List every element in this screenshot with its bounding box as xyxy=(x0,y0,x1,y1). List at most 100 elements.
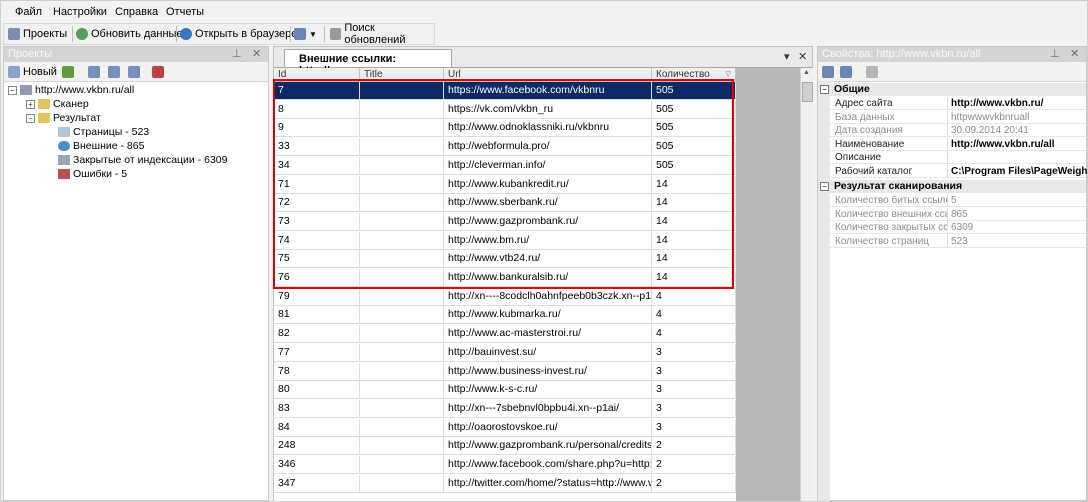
cell-id: 73 xyxy=(274,212,360,230)
property-row[interactable]: Адрес сайта http://www.vkbn.ru/ xyxy=(818,97,1086,110)
column-header-id[interactable]: Id xyxy=(274,68,360,81)
tree-item-root[interactable]: − http://www.vkbn.ru/all xyxy=(8,83,134,97)
cell-id: 9 xyxy=(274,119,360,137)
category-general[interactable]: − Общие xyxy=(818,83,1086,96)
export-dropdown[interactable]: ▼ xyxy=(294,26,317,42)
menu-reports[interactable]: Отчеты xyxy=(166,6,204,18)
refresh-label: Обновить данные xyxy=(91,28,183,40)
property-row[interactable]: Рабочий каталог C:\Program Files\PageWeig… xyxy=(818,164,1088,178)
property-value[interactable] xyxy=(948,151,1088,164)
table-row[interactable]: 72 http://www.sberbank.ru/14 xyxy=(274,194,736,213)
menu-help[interactable]: Справка xyxy=(115,6,158,18)
category-scan-result[interactable]: − Результат сканирования xyxy=(818,180,1086,193)
expand-icon[interactable]: + xyxy=(26,99,35,109)
property-row[interactable]: Наименование http://www.vkbn.ru/all xyxy=(818,137,1088,151)
property-value[interactable]: http://www.vkbn.ru/ xyxy=(948,97,1088,110)
property-row[interactable]: Количество внешних ссылок865 xyxy=(818,207,1086,221)
cell-title xyxy=(360,474,444,492)
categorized-icon[interactable] xyxy=(822,66,834,78)
property-value[interactable]: 30.09.2014 20:41 xyxy=(948,124,1088,137)
table-row[interactable]: 77 http://bauinvest.su/3 xyxy=(274,343,736,362)
tree-item-pages[interactable]: Страницы - 523 xyxy=(58,125,149,139)
delete-database-icon[interactable] xyxy=(152,66,164,78)
pin-icon[interactable]: ⊥ xyxy=(1050,47,1060,60)
refresh-button[interactable]: Обновить данные xyxy=(76,26,183,42)
table-row[interactable]: 75 http://www.vtb24.ru/14 xyxy=(274,250,736,269)
cell-count: 14 xyxy=(652,269,736,286)
table-row[interactable]: 346 http://www.facebook.com/share.php?u=h… xyxy=(274,456,736,474)
open-browser-button[interactable]: Открыть в браузере xyxy=(180,26,297,42)
table-row[interactable]: 34 http://cleverman.info/505 xyxy=(274,156,736,175)
tree-item-errors[interactable]: Ошибки - 5 xyxy=(58,167,127,181)
table-row[interactable]: 71 http://www.kubankredit.ru/14 xyxy=(274,175,736,194)
table-row[interactable]: 33 http://webformula.pro/505 xyxy=(274,138,736,157)
table-row[interactable]: 9 http://www.odnoklassniki.ru/vkbnru 505 xyxy=(274,119,736,138)
table-row[interactable]: 347 http://twitter.com/home/?status=http:… xyxy=(274,474,736,493)
table-row[interactable]: 79 http://xn----8codclh0ahnfpeeb0b3czk.xn… xyxy=(274,287,736,306)
collapse-icon[interactable]: − xyxy=(820,182,829,191)
collapse-icon[interactable]: − xyxy=(820,85,829,94)
tab-list-icon[interactable]: ▾ xyxy=(784,50,790,63)
tree-item-scanner[interactable]: + Сканер xyxy=(26,97,89,111)
cell-id: 72 xyxy=(274,194,360,212)
property-row[interactable]: Количество битых ссылок 5 xyxy=(818,194,1086,207)
property-value[interactable]: http://www.vkbn.ru/all xyxy=(948,138,1088,151)
table-row[interactable]: 74 http://www.bm.ru/14 xyxy=(274,231,736,250)
check-updates-button[interactable]: Поиск обновлений xyxy=(330,22,434,46)
database-export-icon[interactable] xyxy=(128,66,140,78)
tree-item-closed[interactable]: Закрытые от индексации - 6309 xyxy=(58,153,227,167)
table-row[interactable]: 83 http://xn---7sbebnvl0bpbu4i.xn--p1ai/3 xyxy=(274,399,736,418)
close-icon[interactable]: ✕ xyxy=(1070,47,1079,60)
collapse-icon[interactable]: − xyxy=(8,85,17,95)
property-name: Количество внешних ссылок xyxy=(832,207,948,221)
tree-item-external[interactable]: Внешние - 865 xyxy=(58,139,144,153)
chevron-down-icon: ▼ xyxy=(309,29,317,39)
property-row[interactable]: База данных httpwwwvkbnruall xyxy=(818,110,1088,124)
property-name: База данных xyxy=(832,110,948,124)
tree-item-result[interactable]: − Результат xyxy=(26,111,101,125)
table-row[interactable]: 82 http://www.ac-masterstroi.ru/4 xyxy=(274,325,736,344)
cell-count: 3 xyxy=(652,418,736,436)
table-row[interactable]: 7 https://www.facebook.com/vkbnru 505 xyxy=(274,82,736,100)
refresh-icon[interactable] xyxy=(62,66,74,78)
property-row[interactable]: Описание xyxy=(818,151,1086,164)
scrollbar-thumb[interactable] xyxy=(802,82,813,102)
table-row[interactable]: 81 http://www.kubmarka.ru/4 xyxy=(274,306,736,325)
column-header-url[interactable]: Url xyxy=(444,68,652,81)
menu-settings[interactable]: Настройки xyxy=(53,6,107,18)
cell-title xyxy=(360,418,444,436)
tab-external-links[interactable]: Внешние ссылки: http://ww... xyxy=(284,49,452,77)
property-row[interactable]: Количество закрытых ссылок6309 xyxy=(818,221,1086,234)
close-tab-icon[interactable]: ✕ xyxy=(798,50,807,63)
column-header-title[interactable]: Title xyxy=(360,68,444,81)
property-value[interactable]: C:\Program Files\PageWeigh xyxy=(948,165,1088,178)
table-row[interactable]: 76 http://www.bankuralsib.ru/14 xyxy=(274,269,736,287)
sort-alpha-icon[interactable] xyxy=(840,66,852,78)
property-row[interactable]: Количество страниц 523 xyxy=(818,234,1086,248)
table-row[interactable]: 8 https://vk.com/vkbn_ru 505 xyxy=(274,100,736,119)
pin-icon[interactable]: ⊥ xyxy=(232,47,242,60)
table-row[interactable]: 84 http://oaorostovskoe.ru/3 xyxy=(274,418,736,437)
projects-button[interactable]: Проекты xyxy=(8,26,67,42)
database-import-icon[interactable] xyxy=(108,66,120,78)
table-row[interactable]: 80 http://www.k-s-c.ru/3 xyxy=(274,381,736,400)
cell-title xyxy=(360,399,444,417)
close-icon[interactable]: ✕ xyxy=(252,47,261,60)
scroll-up-icon[interactable]: ▲ xyxy=(803,69,810,76)
property-pages-icon[interactable] xyxy=(866,66,878,78)
cell-id: 347 xyxy=(274,474,360,492)
property-row[interactable]: Дата создания 30.09.2014 20:41 xyxy=(818,124,1086,137)
cell-id: 82 xyxy=(274,325,360,343)
vertical-scrollbar[interactable]: ▲ xyxy=(800,68,813,501)
column-header-count[interactable]: Количество ▽ xyxy=(652,68,736,81)
toolbar-separator xyxy=(324,26,325,42)
menu-file[interactable]: Файл xyxy=(15,6,42,18)
property-value[interactable]: httpwwwvkbnruall xyxy=(948,111,1088,124)
table-row[interactable]: 78 http://www.business-invest.ru/3 xyxy=(274,362,736,381)
database-icon[interactable] xyxy=(88,66,100,78)
collapse-icon[interactable]: − xyxy=(26,113,35,123)
projects-toolbar: Новый xyxy=(4,62,268,82)
table-row[interactable]: 248 http://www.gazprombank.ru/personal/cr… xyxy=(274,437,736,456)
new-project-button[interactable]: Новый xyxy=(8,64,57,80)
table-row[interactable]: 73 http://www.gazprombank.ru/14 xyxy=(274,212,736,231)
